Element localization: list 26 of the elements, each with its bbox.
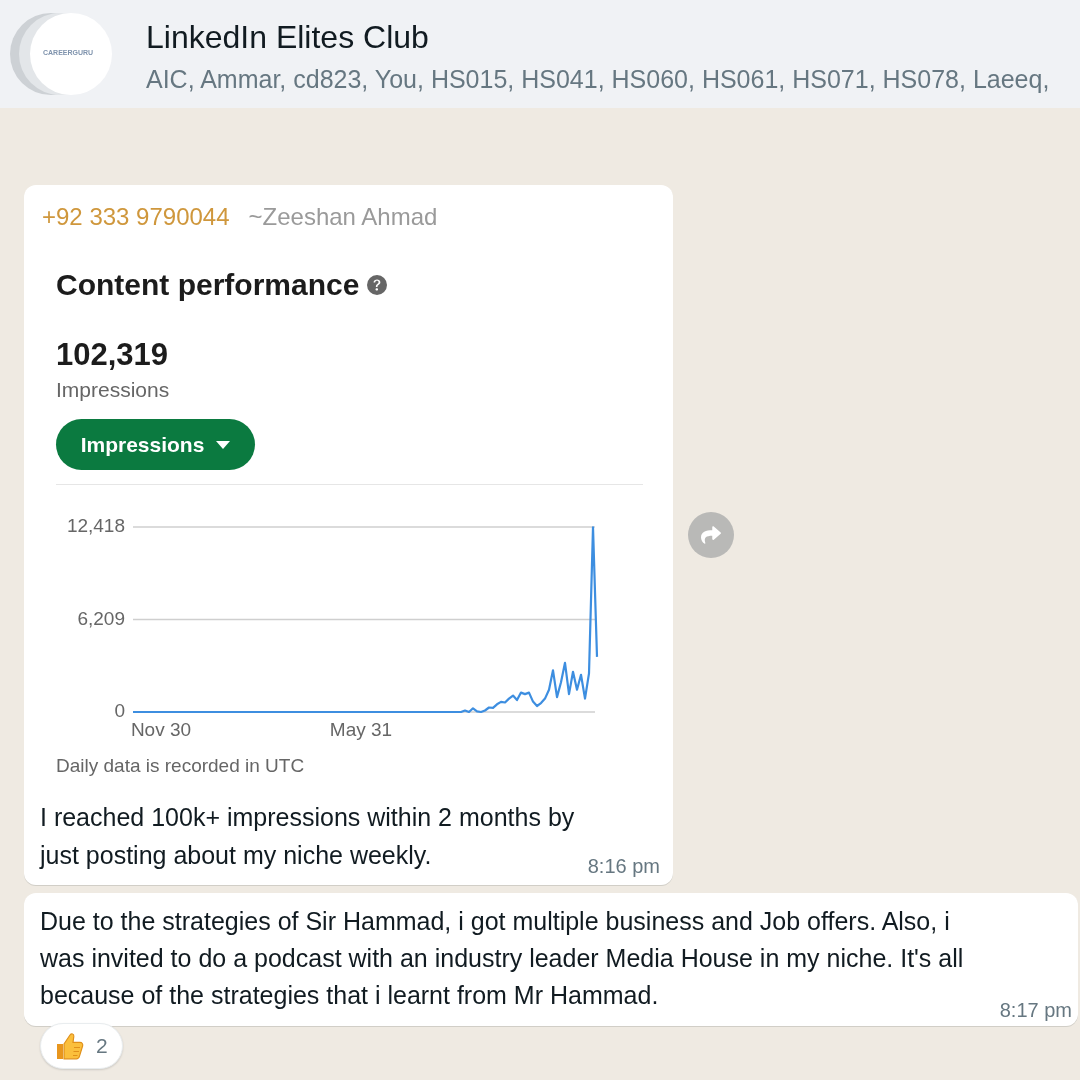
message-time: 8:17 pm [999,998,1072,1022]
help-icon[interactable] [367,275,388,295]
y-axis-label: 6,209 [77,607,125,629]
reaction-count: 2 [96,1034,108,1058]
reaction-pill[interactable]: 2 [40,1023,123,1069]
sender-phone[interactable]: +92 333 9790044 [42,201,230,233]
share-arrow-icon [700,525,722,545]
y-axis-label: 12,418 [66,515,125,536]
thumbs-up-icon [54,1031,84,1061]
message-text: Due to the strategies of Sir Hammad, i got multiple business and Job offers. Also, i was invited to do a podcast with an industry leader Media House in my niche. It's all because of the strategies that i learnt from Mr Hammad. [40,906,965,1011]
message-time: 8:16 pm [587,854,660,878]
caret-down-icon [216,440,231,449]
x-axis-label: May 31 [329,719,393,740]
x-axis-label: Nov 30 [130,719,192,740]
sender-name: ~Zeeshan Ahmad [248,202,438,232]
forward-button[interactable] [688,512,734,558]
y-axis-label: 0 [114,700,125,721]
card-heading: Content performance [56,267,360,303]
impressions-total: 102,319 [56,337,169,373]
message-text: I reached 100k+ impressions within 2 months by just posting about my niche weekly. [40,802,576,871]
chart-footnote: Daily data is recorded in UTC [56,754,305,778]
group-members: AIC, Ammar, cd823, You, HS015, HS041, HS060, HS061, HS071, HS078, Laeeq, [146,63,1050,94]
group-avatar[interactable] [10,13,112,95]
metric-dropdown[interactable]: Impressions [56,419,255,470]
impressions-label: Impressions [56,377,170,403]
group-title: LinkedIn Elites Club [146,17,429,57]
